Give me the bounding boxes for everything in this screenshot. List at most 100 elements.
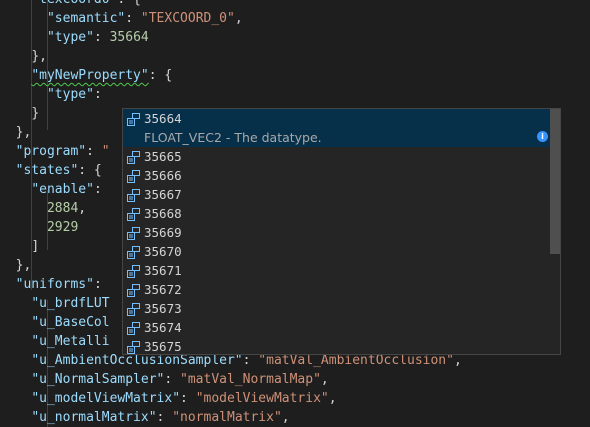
- code-token: :: [242, 353, 259, 368]
- code-token: ]: [31, 239, 40, 254]
- code-token: "matVal_NormalMap": [180, 372, 321, 387]
- code-line[interactable]: "states": {: [0, 161, 102, 180]
- suggest-item[interactable]: 35675: [123, 337, 550, 354]
- suggest-item[interactable]: 35665: [123, 147, 550, 166]
- enum-member-icon: [127, 264, 140, 278]
- code-line[interactable]: }: [0, 104, 39, 123]
- code-line[interactable]: "u_brdfLUT: [0, 294, 110, 313]
- code-token: :: [156, 410, 173, 425]
- suggest-item-detail: FLOAT_VEC2 - The datatype.: [144, 130, 322, 145]
- code-line[interactable]: "u_Metalli: [0, 332, 110, 351]
- suggest-item[interactable]: 35670: [123, 242, 550, 261]
- suggest-item[interactable]: 35671: [123, 261, 550, 280]
- code-line[interactable]: "myNewProperty": {: [0, 66, 172, 85]
- info-icon[interactable]: i: [537, 131, 548, 142]
- suggest-widget[interactable]: 35664 FLOAT_VEC2 - The datatype. i 35665…: [122, 108, 561, 355]
- code-line[interactable]: },: [0, 47, 47, 66]
- code-token: 2929: [46, 220, 79, 235]
- code-token: "states": [15, 163, 79, 178]
- code-line[interactable]: "u_BaseCol: [0, 313, 110, 332]
- suggest-item-label: 35668: [144, 206, 182, 221]
- code-token: "u_brdfLUT: [31, 296, 110, 311]
- code-line[interactable]: "semantic": "TEXCOORD_0",: [0, 9, 243, 28]
- suggest-item[interactable]: 35672: [123, 280, 550, 299]
- code-line[interactable]: "u_NormalSampler": "matVal_NormalMap",: [0, 370, 329, 389]
- code-token: 35664: [109, 30, 149, 45]
- enum-member-icon: [127, 245, 140, 259]
- code-token: ,: [234, 11, 243, 26]
- code-line[interactable]: 2884,: [0, 199, 86, 218]
- code-token: "u_NormalSampler": [31, 372, 165, 387]
- enum-member-icon: [127, 340, 140, 354]
- code-line[interactable]: },: [0, 123, 32, 142]
- code-line[interactable]: "u_modelViewMatrix": "modelViewMatrix",: [0, 389, 337, 408]
- code-editor[interactable]: "texcoord0": { "semantic": "TEXCOORD_0",…: [0, 0, 590, 427]
- suggest-item[interactable]: 35674: [123, 318, 550, 337]
- suggest-item[interactable]: 35666: [123, 166, 550, 185]
- code-token: :: [93, 30, 110, 45]
- code-line[interactable]: ]: [0, 237, 39, 256]
- code-token: "TEXCOORD_0": [140, 11, 235, 26]
- code-token: : {: [148, 68, 173, 83]
- code-line[interactable]: 2929: [0, 218, 78, 237]
- code-token: :: [93, 277, 102, 292]
- code-line[interactable]: "enable":: [0, 180, 102, 199]
- code-line[interactable]: "uniforms":: [0, 275, 102, 294]
- code-token: "program": [15, 144, 87, 159]
- code-token: ,: [320, 372, 329, 387]
- code-token: 2884: [46, 201, 79, 216]
- code-token: ,: [281, 410, 290, 425]
- suggest-item-selected[interactable]: 35664 FLOAT_VEC2 - The datatype. i: [123, 109, 550, 147]
- suggest-item[interactable]: 35667: [123, 185, 550, 204]
- enum-member-icon: [127, 321, 140, 335]
- code-token: },: [15, 125, 32, 140]
- suggest-item[interactable]: 35668: [123, 204, 550, 223]
- enum-member-icon: [127, 150, 140, 164]
- suggest-item-label: 35667: [144, 187, 182, 202]
- suggest-scrollbar-thumb[interactable]: [550, 109, 560, 254]
- code-token: "enable": [31, 182, 94, 197]
- enum-member-icon: [127, 207, 140, 221]
- code-token: "myNewProperty": [31, 68, 149, 83]
- code-token: :: [164, 372, 181, 387]
- code-token: },: [15, 258, 32, 273]
- code-line[interactable]: "type":: [0, 85, 102, 104]
- code-line[interactable]: "program": ": [0, 142, 110, 161]
- suggest-item-label: 35674: [144, 320, 182, 335]
- suggest-item[interactable]: 35669: [123, 223, 550, 242]
- code-token: "u_BaseCol: [31, 315, 110, 330]
- code-line[interactable]: },: [0, 256, 32, 275]
- code-token: : {: [117, 0, 140, 7]
- code-token: :: [93, 182, 102, 197]
- code-token: ,: [328, 391, 337, 406]
- code-token: "type": [46, 87, 94, 102]
- code-token: "u_normalMatrix": [31, 410, 157, 425]
- suggest-scrollbar[interactable]: [550, 109, 560, 354]
- code-line[interactable]: "texcoord0": {: [0, 0, 141, 9]
- code-token: ,: [453, 353, 462, 368]
- suggest-item-label: 35675: [144, 339, 182, 354]
- code-token: :: [86, 144, 102, 159]
- code-token: "modelViewMatrix": [195, 391, 329, 406]
- code-token: :: [180, 391, 196, 406]
- enum-member-icon: [127, 226, 140, 240]
- code-token: "u_Metalli: [31, 334, 110, 349]
- suggest-item[interactable]: 35673: [123, 299, 550, 318]
- code-line[interactable]: "u_normalMatrix": "normalMatrix",: [0, 408, 290, 427]
- code-line[interactable]: "type": 35664: [0, 28, 149, 47]
- code-token: "u_AmbientOcclusionSampler": [31, 353, 243, 368]
